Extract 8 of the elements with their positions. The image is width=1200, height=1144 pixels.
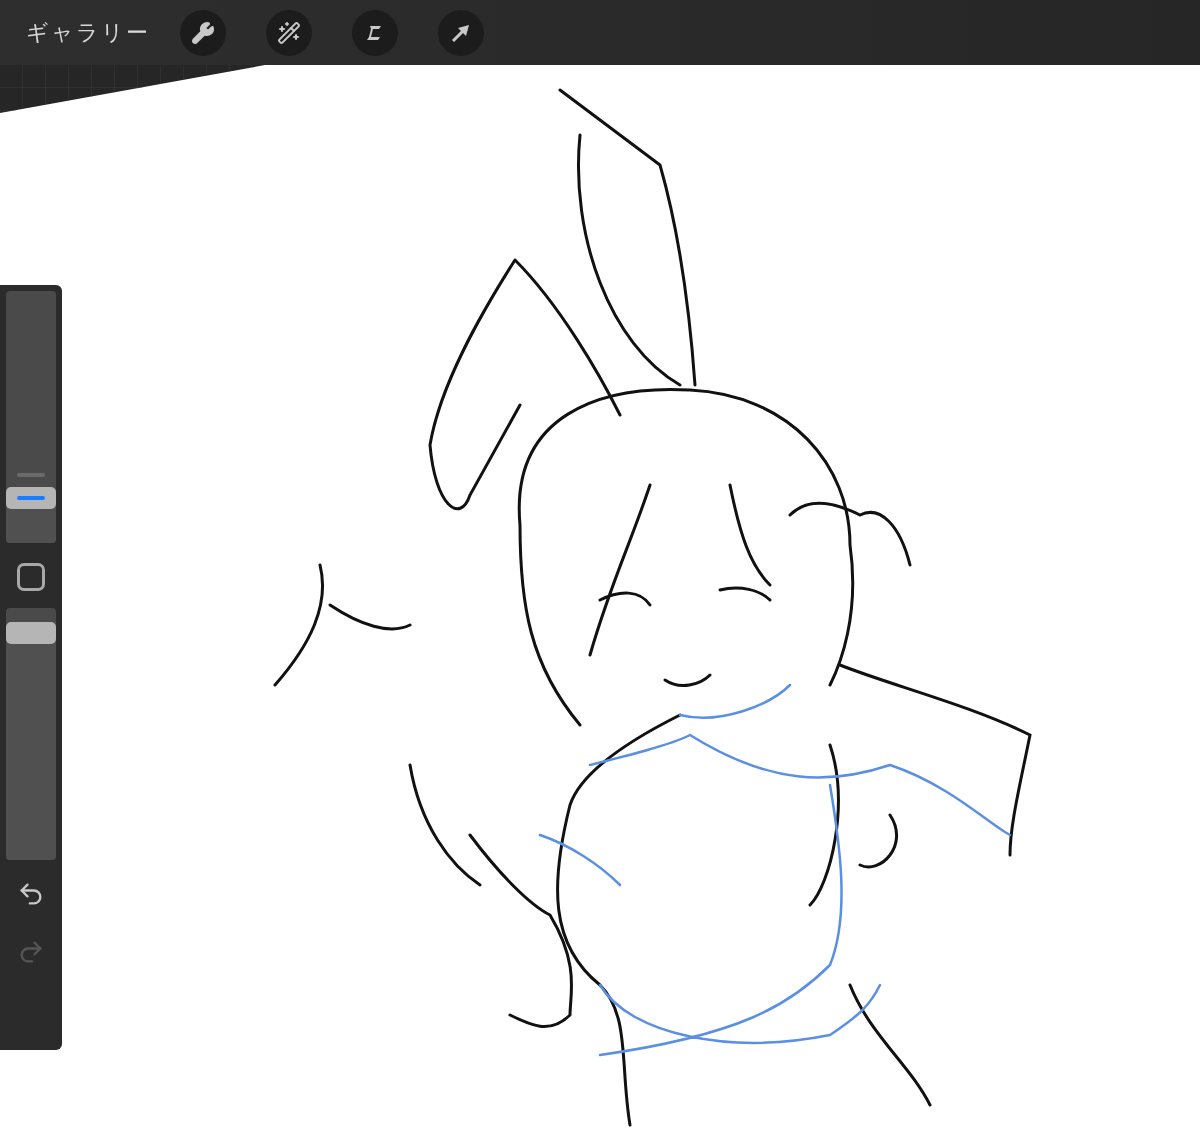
gallery-button[interactable]: ギャラリー xyxy=(26,16,150,49)
brush-size-slider[interactable] xyxy=(6,291,56,543)
slider-thumb[interactable] xyxy=(6,621,56,644)
selection-s-icon[interactable] xyxy=(352,9,398,56)
modify-button[interactable] xyxy=(17,563,45,591)
slider-thumb[interactable] xyxy=(6,486,56,509)
wrench-icon[interactable] xyxy=(180,9,226,56)
magic-wand-icon[interactable] xyxy=(266,9,312,56)
